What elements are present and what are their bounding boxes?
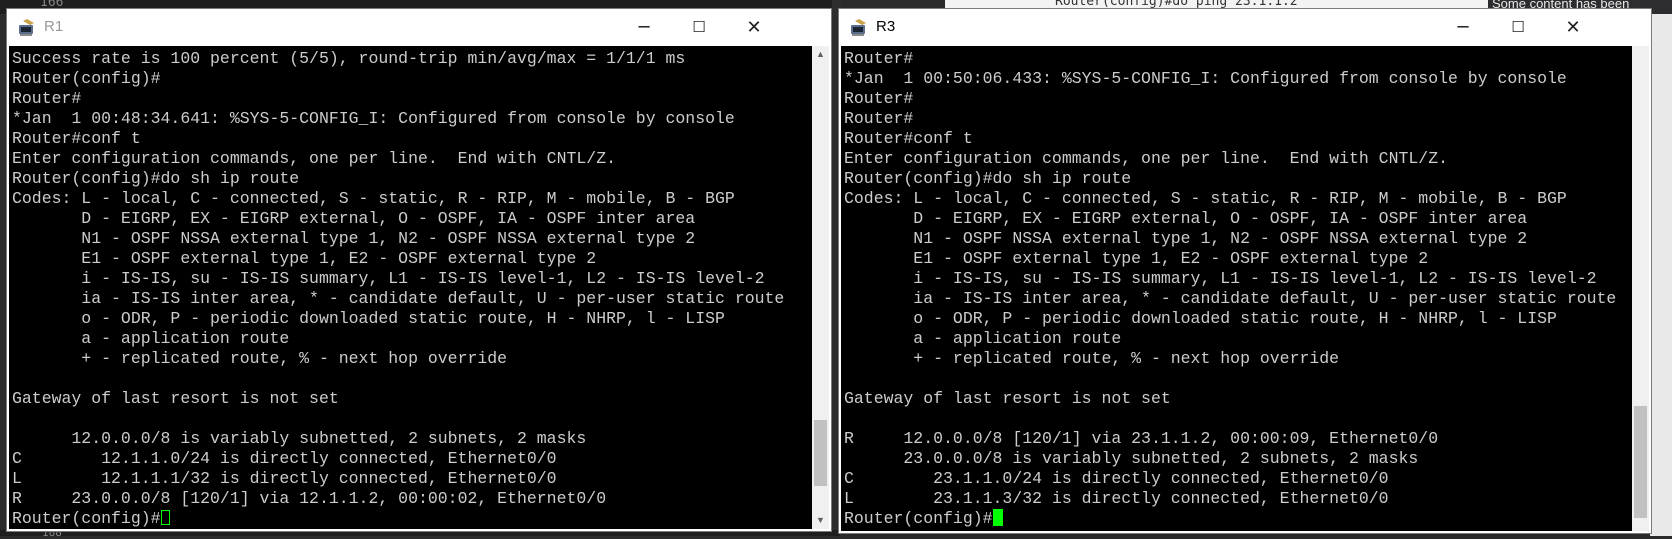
terminal-line: *Jan 1 00:48:34.641: %SYS-5-CONFIG_I: Co… bbox=[12, 109, 735, 128]
terminal-line: Codes: L - local, C - connected, S - sta… bbox=[844, 189, 1567, 208]
scroll-thumb[interactable] bbox=[814, 420, 827, 486]
vertical-scrollbar[interactable] bbox=[1632, 46, 1649, 531]
close-button[interactable]: ✕ bbox=[1544, 9, 1602, 45]
terminal-line: Gateway of last resort is not set bbox=[12, 389, 339, 408]
terminal-output: Router# *Jan 1 00:50:06.433: %SYS-5-CONF… bbox=[844, 49, 1616, 529]
terminal-line: L 23.1.1.3/32 is directly connected, Eth… bbox=[844, 489, 1389, 508]
terminal-line: Router(config)# bbox=[12, 69, 161, 88]
terminal-line: C 23.1.1.0/24 is directly connected, Eth… bbox=[844, 469, 1389, 488]
terminal-line: Router# bbox=[844, 49, 914, 68]
text-cursor bbox=[160, 510, 170, 525]
command-prompt: Router(config)# bbox=[844, 509, 993, 528]
command-prompt: Router(config)# bbox=[12, 509, 161, 528]
terminal-line: Router(config)#do sh ip route bbox=[12, 169, 300, 188]
window-title: R1 bbox=[44, 18, 64, 35]
terminal-line: i - IS-IS, su - IS-IS summary, L1 - IS-I… bbox=[81, 269, 765, 288]
vertical-scrollbar[interactable]: ▲ ▼ bbox=[812, 46, 829, 529]
terminal-line: 12.0.0.0/8 is variably subnetted, 2 subn… bbox=[71, 429, 587, 448]
terminal-line: Router# bbox=[12, 89, 82, 108]
terminal-line: R 23.0.0.0/8 [120/1] via 12.1.1.2, 00:00… bbox=[12, 489, 607, 508]
terminal-line: + - replicated route, % - next hop overr… bbox=[81, 349, 508, 368]
terminal-line: ia - IS-IS inter area, * - candidate def… bbox=[81, 289, 785, 308]
terminal-line: a - application route bbox=[913, 329, 1122, 348]
terminal-line: o - ODR, P - periodic downloaded static … bbox=[913, 309, 1557, 328]
terminal-line: Gateway of last resort is not set bbox=[844, 389, 1171, 408]
terminal-line: Success rate is 100 percent (5/5), round… bbox=[12, 49, 686, 68]
window-title: R3 bbox=[876, 18, 896, 35]
terminal-line: D - EIGRP, EX - EIGRP external, O - OSPF… bbox=[913, 209, 1528, 228]
terminal-line: L 12.1.1.1/32 is directly connected, Eth… bbox=[12, 469, 557, 488]
scroll-up-arrow-icon[interactable]: ▲ bbox=[812, 46, 829, 63]
terminal-line: Enter configuration commands, one per li… bbox=[844, 149, 1448, 168]
terminal-line: D - EIGRP, EX - EIGRP external, O - OSPF… bbox=[81, 209, 696, 228]
terminal-line: ia - IS-IS inter area, * - candidate def… bbox=[913, 289, 1617, 308]
terminal-area[interactable]: Router# *Jan 1 00:50:06.433: %SYS-5-CONF… bbox=[841, 46, 1632, 531]
terminal-window-r3[interactable]: R3 ─ ☐ ✕ Router# *Jan 1 00:50:06.433: %S… bbox=[838, 8, 1652, 534]
terminal-line: + - replicated route, % - next hop overr… bbox=[913, 349, 1340, 368]
background-panel-edge bbox=[1650, 14, 1672, 536]
terminal-line: i - IS-IS, su - IS-IS summary, L1 - IS-I… bbox=[913, 269, 1597, 288]
terminal-app-icon bbox=[851, 19, 866, 36]
terminal-line: E1 - OSPF external type 1, E2 - OSPF ext… bbox=[81, 249, 597, 268]
terminal-window-r1[interactable]: R1 ─ ☐ ✕ Success rate is 100 percent (5/… bbox=[6, 8, 832, 532]
minimize-button[interactable]: ─ bbox=[1434, 9, 1492, 45]
terminal-line: Router#conf t bbox=[844, 129, 973, 148]
maximize-button[interactable]: ☐ bbox=[670, 9, 728, 45]
terminal-output: Success rate is 100 percent (5/5), round… bbox=[12, 49, 784, 529]
terminal-app-icon bbox=[19, 19, 34, 36]
terminal-line: 23.0.0.0/8 is variably subnetted, 2 subn… bbox=[903, 449, 1419, 468]
terminal-line: Router#conf t bbox=[12, 129, 141, 148]
terminal-line: o - ODR, P - periodic downloaded static … bbox=[81, 309, 725, 328]
terminal-line: Router# bbox=[844, 109, 914, 128]
terminal-line: R 12.0.0.0/8 [120/1] via 23.1.1.2, 00:00… bbox=[844, 429, 1439, 448]
terminal-line: N1 - OSPF NSSA external type 1, N2 - OSP… bbox=[913, 229, 1528, 248]
terminal-line: N1 - OSPF NSSA external type 1, N2 - OSP… bbox=[81, 229, 696, 248]
text-cursor bbox=[992, 509, 1003, 526]
terminal-line: a - application route bbox=[81, 329, 290, 348]
terminal-lines: Success rate is 100 percent (5/5), round… bbox=[12, 49, 784, 508]
terminal-line: Router# bbox=[844, 89, 914, 108]
terminal-line: Codes: L - local, C - connected, S - sta… bbox=[12, 189, 735, 208]
title-bar[interactable]: R1 ─ ☐ ✕ bbox=[7, 9, 831, 45]
terminal-area[interactable]: Success rate is 100 percent (5/5), round… bbox=[9, 46, 812, 529]
terminal-line: C 12.1.1.0/24 is directly connected, Eth… bbox=[12, 449, 557, 468]
scroll-down-arrow-icon[interactable]: ▼ bbox=[812, 512, 829, 529]
terminal-lines: Router# *Jan 1 00:50:06.433: %SYS-5-CONF… bbox=[844, 49, 1616, 508]
maximize-button[interactable]: ☐ bbox=[1489, 9, 1547, 45]
terminal-line: E1 - OSPF external type 1, E2 - OSPF ext… bbox=[913, 249, 1429, 268]
close-button[interactable]: ✕ bbox=[725, 9, 783, 45]
terminal-line: *Jan 1 00:50:06.433: %SYS-5-CONFIG_I: Co… bbox=[844, 69, 1567, 88]
terminal-line: Router(config)#do sh ip route bbox=[844, 169, 1132, 188]
scroll-thumb[interactable] bbox=[1634, 406, 1647, 518]
title-bar[interactable]: R3 ─ ☐ ✕ bbox=[839, 9, 1651, 45]
terminal-line: Enter configuration commands, one per li… bbox=[12, 149, 616, 168]
minimize-button[interactable]: ─ bbox=[615, 9, 673, 45]
